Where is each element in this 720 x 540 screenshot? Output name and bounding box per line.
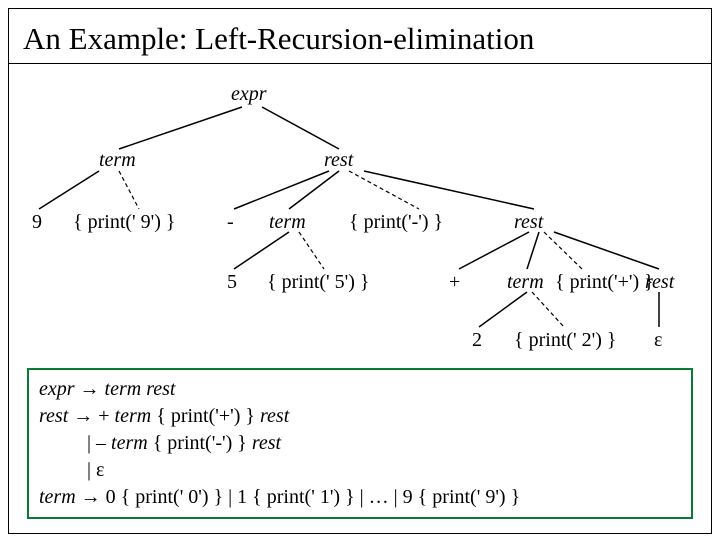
- leaf-plus: +: [449, 271, 460, 294]
- node-expr: expr: [231, 83, 267, 106]
- grammar-line-5: term → 0 { print(' 0') } | 1 { print(' 1…: [39, 484, 681, 511]
- grammar-line-1: expr → term rest: [39, 376, 681, 403]
- grammar-line-3: | – term { print('-') } rest: [39, 430, 681, 457]
- grammar-box: expr → term rest rest → + term { print('…: [27, 368, 693, 519]
- leaf-5: 5: [227, 271, 237, 294]
- grammar-line-4: | ε: [39, 457, 681, 484]
- action-print-plus: { print('+') }: [555, 271, 654, 294]
- grammar-line-2: rest → + term { print('+') } rest: [39, 403, 681, 430]
- node-rest-3: rest: [645, 271, 674, 294]
- leaf-epsilon: ε: [654, 329, 662, 352]
- action-print-9: { print(' 9') }: [73, 211, 176, 234]
- action-print-5: { print(' 5') }: [267, 271, 370, 294]
- leaf-2: 2: [472, 329, 482, 352]
- action-print-minus: { print('-') }: [349, 211, 443, 234]
- node-term-2: term: [269, 211, 306, 234]
- node-term-3: term: [507, 271, 544, 294]
- node-term-1: term: [99, 149, 136, 172]
- action-print-2: { print(' 2') }: [514, 329, 617, 352]
- leaf-9: 9: [32, 211, 42, 234]
- leaf-minus: -: [227, 211, 234, 234]
- node-rest-1: rest: [324, 149, 353, 172]
- node-rest-2: rest: [514, 211, 543, 234]
